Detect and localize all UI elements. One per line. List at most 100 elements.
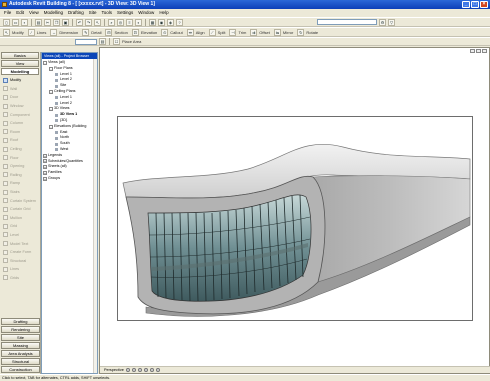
tool-model-text[interactable]: Model Text [0,239,40,248]
new-file-icon[interactable]: ▯ [3,18,10,26]
settings-icon[interactable]: ⚙ [379,18,386,26]
tool-curtain-system[interactable]: Curtain System [0,196,40,205]
collapse-icon[interactable]: - [49,124,53,129]
open-folder-icon[interactable]: ▭ [12,18,19,26]
options-combo[interactable] [75,38,97,45]
expand-icon[interactable]: + [43,176,47,181]
undo-icon[interactable]: ↶ [76,18,83,26]
designbar-tab-view[interactable]: View [1,60,39,67]
menu-file[interactable]: File [4,9,11,17]
lines-icon[interactable]: ∕ [27,28,35,36]
collapse-icon[interactable]: - [49,89,53,94]
shadows-icon[interactable] [137,368,142,372]
mirror-tool-label[interactable]: Mirror [283,30,293,35]
expand-icon[interactable]: + [43,153,47,158]
filter-icon[interactable]: ▽ [388,18,395,26]
section-tool-label[interactable]: Section [114,30,127,35]
expand-icon[interactable]: + [43,159,47,164]
menu-view[interactable]: View [29,9,39,17]
crop-region[interactable] [117,116,473,321]
menu-window[interactable]: Window [138,9,154,17]
offset-icon[interactable]: ⇉ [250,28,258,36]
print-icon[interactable]: ▤ [35,18,42,26]
maximize-button[interactable]: □ [471,1,479,8]
tool-column[interactable]: Column [0,119,40,128]
designbar-tab-drafting[interactable]: Drafting [1,318,40,325]
checkbox-icon[interactable]: ☐ [113,38,120,45]
redo-icon[interactable]: ↷ [85,18,92,26]
align-tool-label[interactable]: Align [196,30,205,35]
crop-view-icon[interactable] [143,368,148,372]
tool-level[interactable]: Level [0,231,40,240]
callout-icon[interactable]: ⊙ [161,28,169,36]
menu-tools[interactable]: Tools [102,9,113,17]
designbar-tab-basics[interactable]: Basics [1,52,39,59]
offset-tool-label[interactable]: Offset [259,30,270,35]
tool-wall[interactable]: Wall [0,85,40,94]
tool-grid[interactable]: Grid [0,222,40,231]
tool-create-form[interactable]: Create Form [0,248,40,257]
copy-icon[interactable]: ❐ [53,18,60,26]
modify-tool-label[interactable]: Modify [12,30,24,35]
designbar-tab-structural[interactable]: Structural [1,358,40,365]
tool-room[interactable]: Room [0,128,40,137]
camera-icon[interactable]: ◉ [158,18,165,26]
zoom-icon[interactable]: ⌕ [108,18,115,26]
walkthrough-icon[interactable]: ◈ [167,18,174,26]
tool-modify[interactable]: Modify [0,76,40,85]
close-button[interactable]: × [480,1,488,8]
elevation-icon[interactable]: ⊡ [131,28,139,36]
tool-ramp[interactable]: Ramp [0,179,40,188]
split-tool-label[interactable]: Split [218,30,226,35]
menu-settings[interactable]: Settings [117,9,133,17]
properties-icon[interactable]: ▤ [99,38,106,45]
tree-item[interactable]: + Groups [43,176,97,182]
elevation-tool-label[interactable]: Elevation [141,30,157,35]
hide-icon[interactable]: ◐ [135,18,142,26]
tool-curtain-grid[interactable]: Curtain Grid [0,205,40,214]
tool-floor[interactable]: Floor [0,153,40,162]
trim-tool-label[interactable]: Trim [238,30,246,35]
minimize-button[interactable]: _ [462,1,470,8]
tool-component[interactable]: Component [0,110,40,119]
tool-ceiling[interactable]: Ceiling [0,145,40,154]
designbar-tab-massing[interactable]: Massing [1,342,40,349]
section-icon[interactable]: ⊟ [105,28,113,36]
temporary-hide-icon[interactable] [155,368,160,372]
collapse-icon[interactable]: - [49,66,53,71]
lines-tool-label[interactable]: Lines [37,30,47,35]
detail-tool-label[interactable]: Detail [91,30,101,35]
save-icon[interactable]: ▪ [21,18,28,26]
tool-window[interactable]: Window [0,102,40,111]
section-box-icon[interactable]: ▦ [149,18,156,26]
menu-site[interactable]: Site [89,9,97,17]
dynamic-view-icon[interactable]: ◎ [117,18,124,26]
tool-stairs[interactable]: Stairs [0,188,40,197]
tool-structural[interactable]: Structural [0,256,40,265]
menu-drafting[interactable]: Drafting [68,9,84,17]
paste-icon[interactable]: ▣ [62,18,69,26]
menu-modelling[interactable]: Modelling [44,9,63,17]
tool-grids[interactable]: Grids [0,274,40,283]
collapse-icon[interactable]: - [49,107,53,112]
menu-edit[interactable]: Edit [16,9,24,17]
designbar-tab-construction[interactable]: Construction [1,366,40,373]
view-restore-button[interactable] [476,49,481,53]
callout-tool-label[interactable]: Callout [170,30,182,35]
cut-icon[interactable]: ✂ [44,18,51,26]
tool-roof[interactable]: Roof [0,136,40,145]
collapse-icon[interactable]: - [43,60,47,65]
detail-level-icon[interactable] [125,368,130,372]
tool-lines[interactable]: Lines [0,265,40,274]
browser-scrollbar[interactable] [93,59,97,373]
split-icon[interactable]: ⟋ [208,28,216,36]
tool-opening[interactable]: Opening [0,162,40,171]
designbar-tab-modelling[interactable]: Modelling [1,68,39,75]
show-crop-icon[interactable] [149,368,154,372]
tool-mullion[interactable]: Mullion [0,214,40,223]
tool-door[interactable]: Door [0,93,40,102]
mirror-icon[interactable]: ⇋ [273,28,281,36]
rotate-icon[interactable]: ↻ [297,28,305,36]
designbar-tab-area-analysis[interactable]: Area Analysis [1,350,40,357]
designbar-tab-site[interactable]: Site [1,334,40,341]
